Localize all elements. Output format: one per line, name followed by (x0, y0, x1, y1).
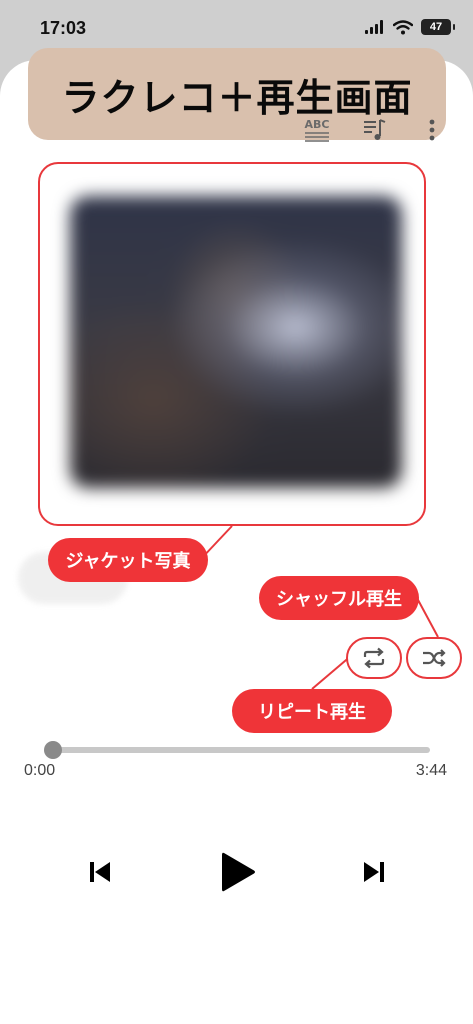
next-track-button[interactable] (354, 852, 394, 892)
repeat-icon (363, 647, 385, 669)
album-jacket-image (70, 196, 402, 488)
progress-track[interactable] (50, 747, 430, 753)
play-button[interactable] (212, 846, 264, 898)
repeat-button[interactable] (346, 637, 402, 679)
queue-music-icon[interactable] (362, 116, 388, 144)
shuffle-icon (423, 649, 446, 667)
progress-knob[interactable] (44, 741, 62, 759)
play-icon (222, 852, 255, 892)
shuffle-button[interactable] (406, 637, 462, 679)
shuffle-callout: シャッフル再生 (259, 576, 419, 620)
more-vertical-icon[interactable] (426, 116, 438, 144)
skip-next-icon (364, 862, 384, 882)
total-duration: 3:44 (415, 762, 447, 779)
signal-icon (365, 20, 383, 34)
repeat-callout: リピート再生 (232, 689, 392, 733)
status-icons: 47 (365, 19, 455, 35)
wifi-icon (393, 19, 413, 34)
banner-title: ラクレコ＋再生画面 (61, 75, 413, 120)
previous-track-button[interactable] (80, 852, 120, 892)
jacket-photo-callout: ジャケット写真 (48, 538, 208, 582)
status-time: 17:03 (40, 18, 87, 38)
skip-previous-icon (90, 862, 110, 882)
elapsed-time: 0:00 (24, 762, 56, 779)
lyrics-abc-icon[interactable]: ABC (302, 116, 332, 144)
battery-indicator: 47 (421, 19, 455, 35)
status-bar: 17:03 47 (0, 0, 473, 54)
svg-text:ABC: ABC (305, 118, 330, 131)
